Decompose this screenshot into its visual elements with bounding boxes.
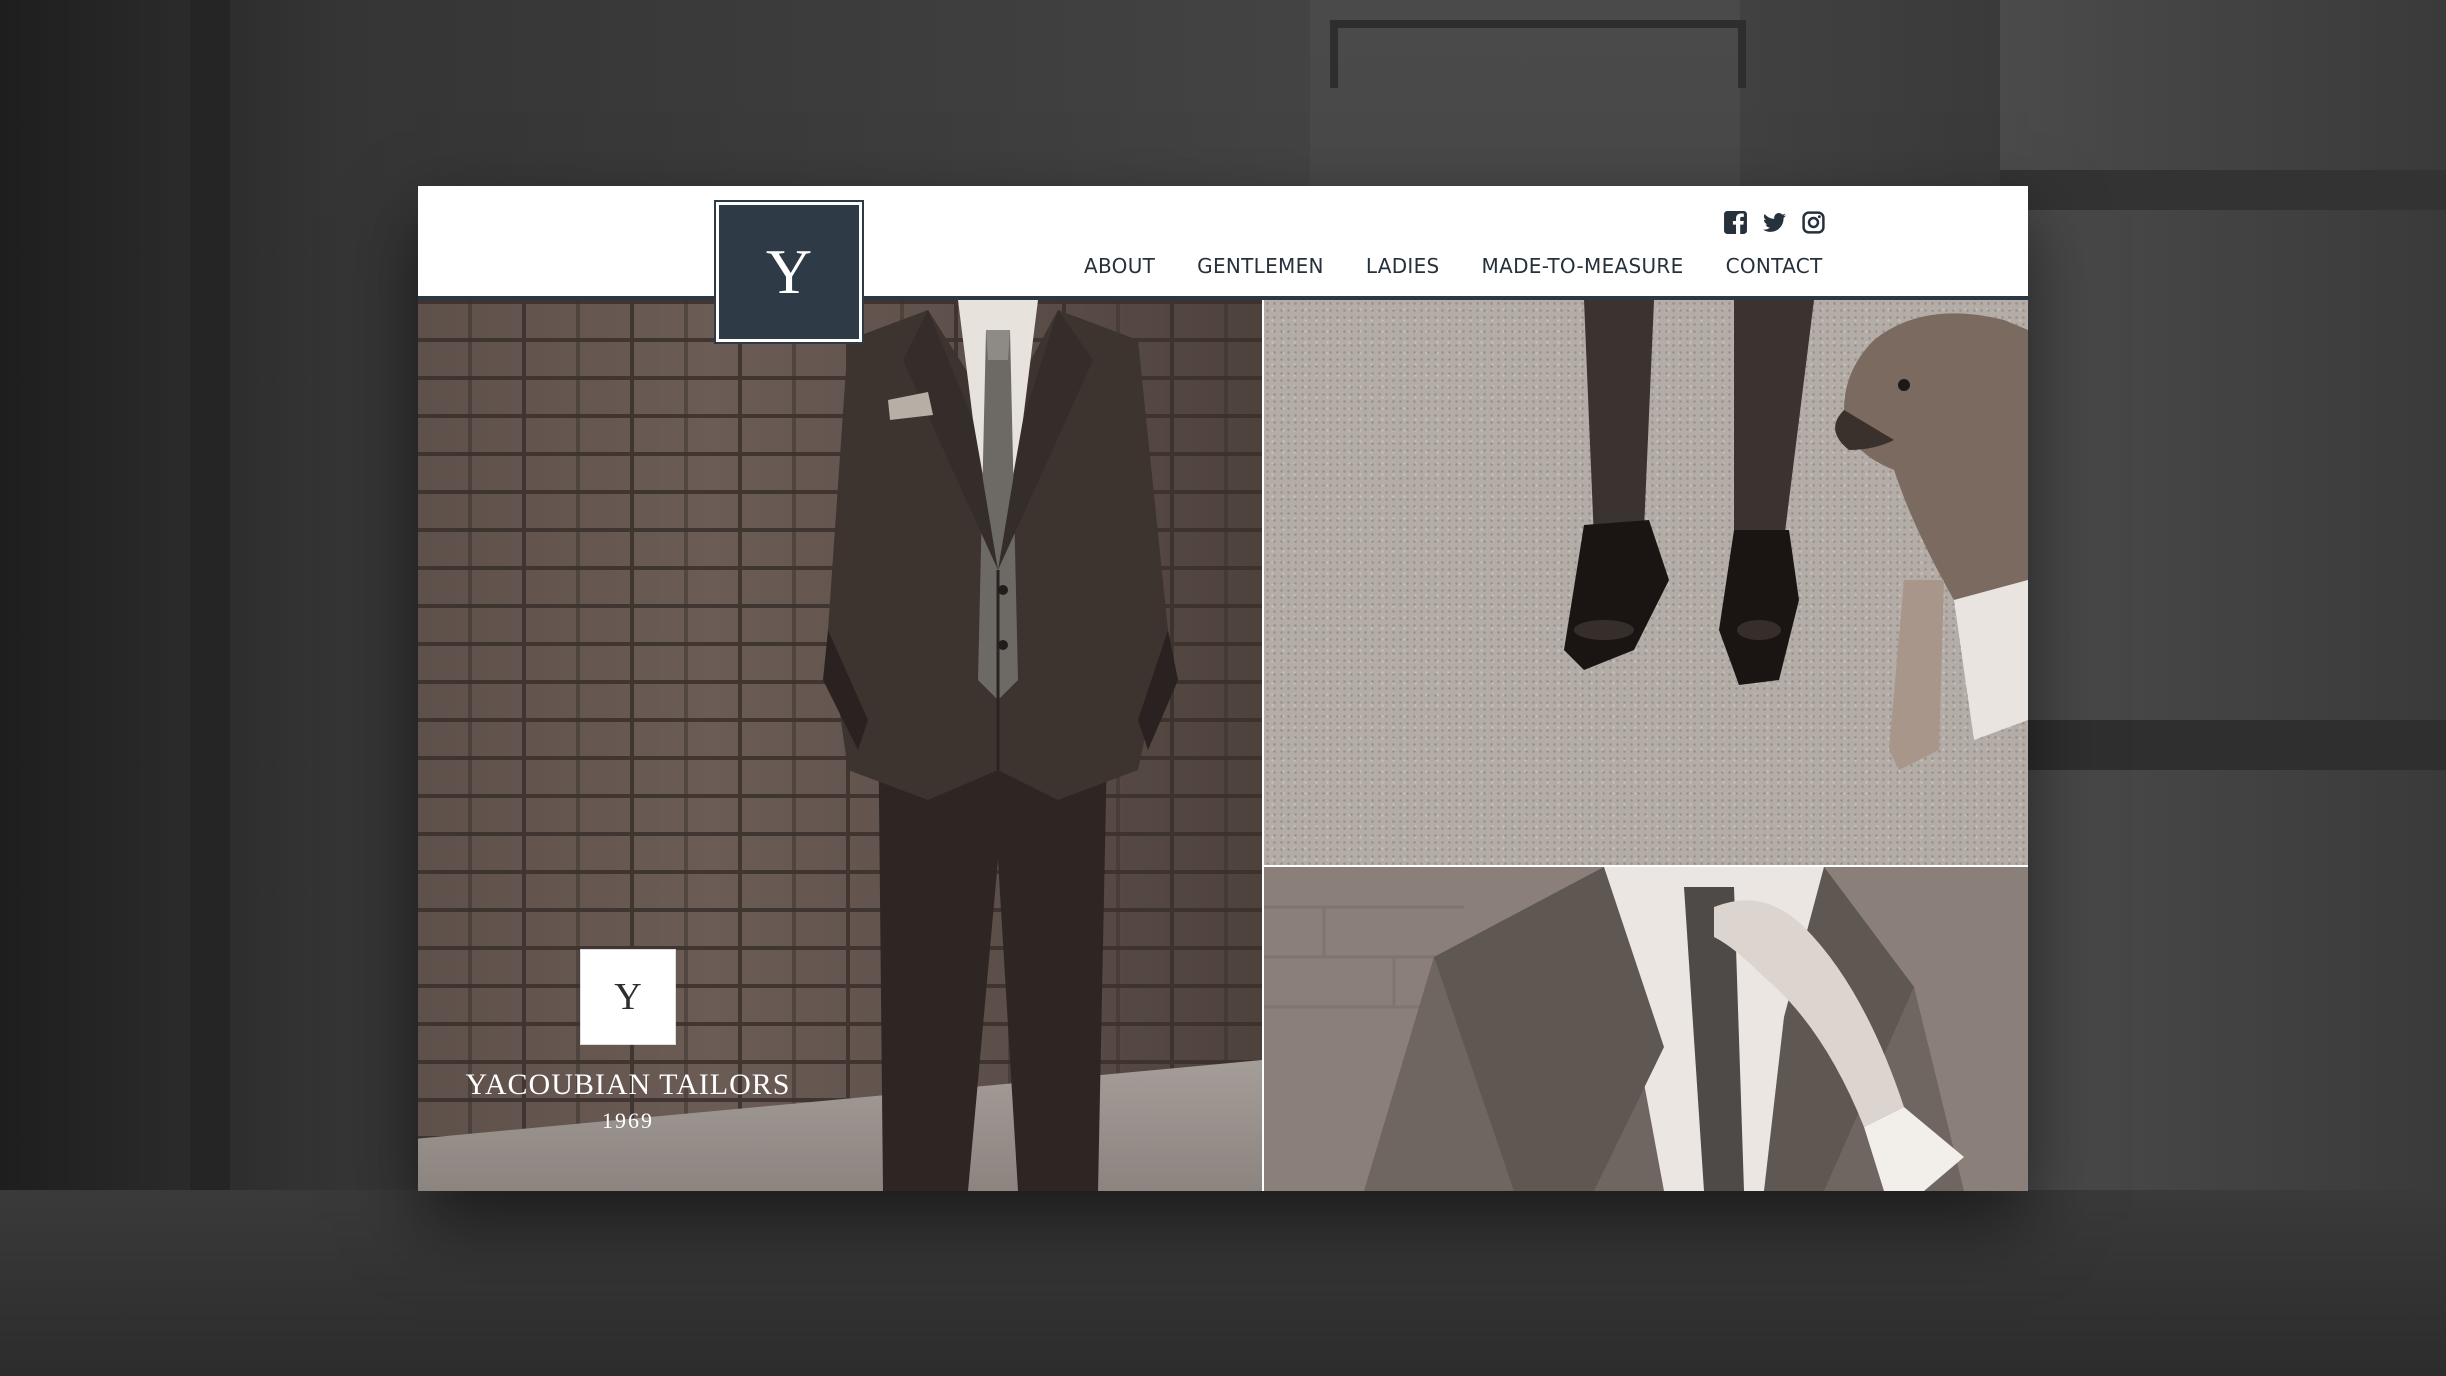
photo-tie-adjust xyxy=(1264,867,2028,1191)
social-links xyxy=(1723,210,1826,235)
nav-gentlemen[interactable]: GENTLEMEN xyxy=(1197,254,1324,278)
nav-contact[interactable]: CONTACT xyxy=(1726,254,1823,278)
background-post xyxy=(190,0,230,1376)
brand-year: 1969 xyxy=(602,1108,654,1133)
background-shelf xyxy=(2000,720,2446,770)
photo-shoes-and-dog xyxy=(1264,300,2028,865)
nav-about[interactable]: ABOUT xyxy=(1084,254,1155,278)
background-floor xyxy=(0,1190,2446,1376)
brand-name: YACOUBIAN TAILORS xyxy=(465,1068,791,1101)
site-logo[interactable]: Y xyxy=(714,200,864,344)
background-door-frame xyxy=(1330,20,1746,88)
nav-made-to-measure[interactable]: MADE-TO-MEASURE xyxy=(1482,254,1684,278)
main-nav: ABOUT GENTLEMEN LADIES MADE-TO-MEASURE C… xyxy=(1084,254,1823,278)
logo-letter: Y xyxy=(765,236,813,307)
background-shelf xyxy=(2000,170,2446,210)
facebook-icon[interactable] xyxy=(1723,210,1748,235)
brand-logo: Y xyxy=(580,949,676,1045)
jacket-and-tie-closeup xyxy=(1264,867,2028,1191)
brand-logo-letter: Y xyxy=(614,976,642,1018)
website-screenshot: ABOUT GENTLEMEN LADIES MADE-TO-MEASURE C… xyxy=(418,186,2028,1191)
site-header: ABOUT GENTLEMEN LADIES MADE-TO-MEASURE C… xyxy=(418,186,2028,300)
man-in-suit-figure xyxy=(808,300,1188,1191)
nav-ladies[interactable]: LADIES xyxy=(1366,254,1440,278)
brand-block: Y YACOUBIAN TAILORS 1969 xyxy=(458,949,798,1134)
twitter-icon[interactable] xyxy=(1762,210,1787,235)
instagram-icon[interactable] xyxy=(1801,210,1826,235)
dog xyxy=(1804,300,2028,800)
hero-photo-suit: Y YACOUBIAN TAILORS 1969 xyxy=(418,300,1262,1191)
